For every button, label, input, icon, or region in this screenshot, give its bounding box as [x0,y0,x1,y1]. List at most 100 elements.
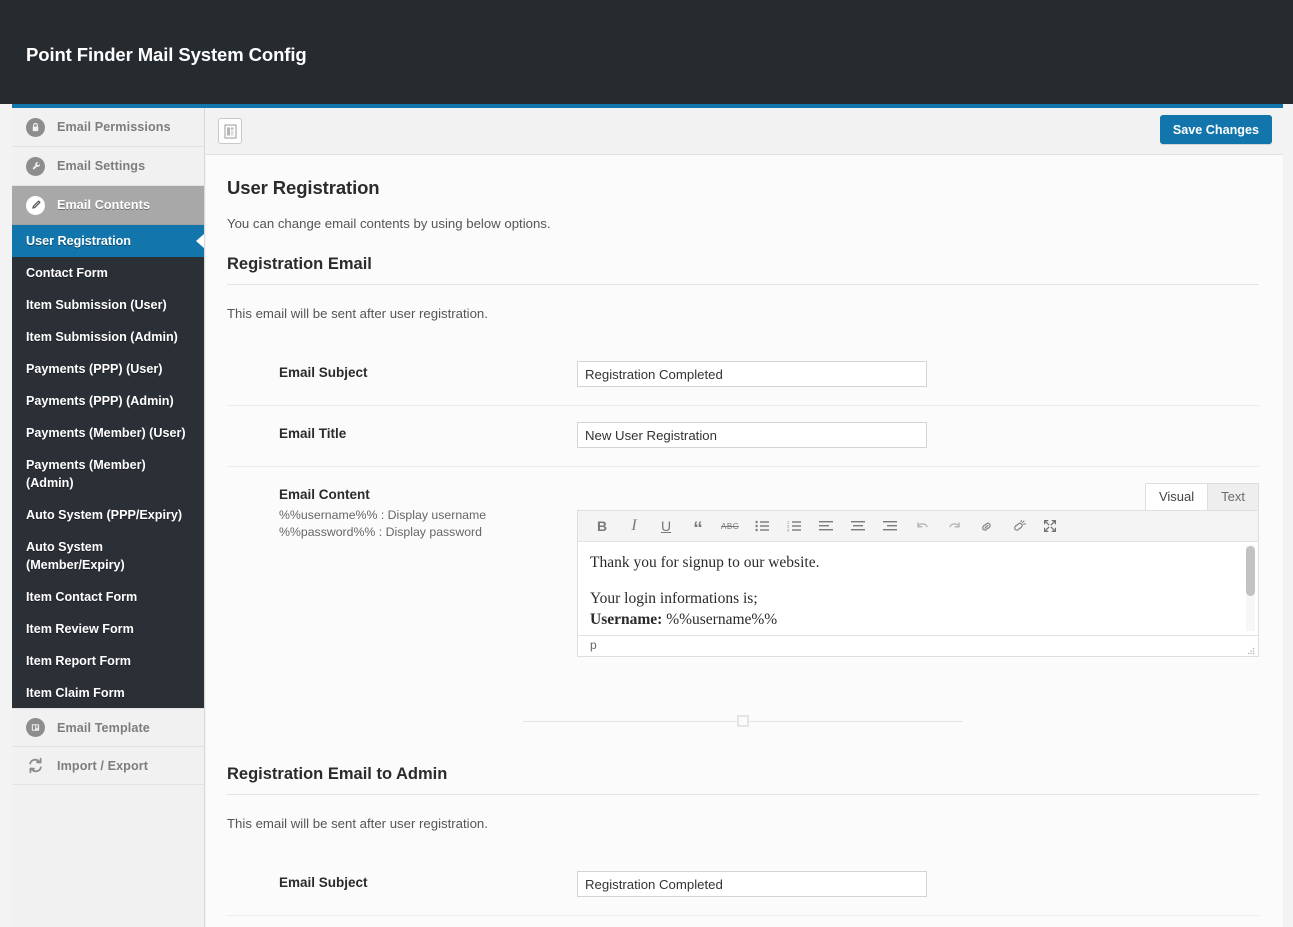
field-row-email-title: Email Title [227,406,1259,467]
sidebar-subitem-auto-system-member-expiry[interactable]: Auto System (Member/Expiry) [12,531,204,581]
content-area: Save Changes User Registration You can c… [206,108,1283,927]
editor-scrollbar-thumb[interactable] [1246,546,1255,596]
redo-icon[interactable] [938,513,970,539]
sidebar-subitem-label: Item Review Form [26,620,134,638]
section-title-registration-email: Registration Email [227,255,1259,274]
sidebar-subitem-label: Payments (PPP) (User) [26,360,162,378]
sidebar-subitem-item-submission-user[interactable]: Item Submission (User) [12,289,204,321]
field-row-email-content: Email Content %%username%% : Display use… [227,467,1259,675]
resize-grip-icon[interactable] [1246,645,1255,654]
section-separator [523,715,963,727]
editor-box: B I U “ ABC 123 [577,510,1259,657]
blockquote-icon[interactable]: “ [682,513,714,539]
rich-text-editor: Visual Text B I U “ ABC [577,483,1259,657]
save-button[interactable]: Save Changes [1160,115,1272,144]
sidebar-subitem-label: Payments (Member) (User) [26,424,186,442]
admin-email-subject-input[interactable] [577,871,927,897]
sidebar-submenu: User Registration Contact Form Item Subm… [12,225,204,709]
sidebar-subitem-label: Auto System (Member/Expiry) [26,538,188,574]
app-window: Point Finder Mail System Config Email Pe… [0,0,1293,927]
sidebar-item-label: Email Template [57,721,150,735]
content-toolbar: Save Changes [206,108,1283,155]
sidebar-subitem-label: User Registration [26,232,131,250]
shortcode-hint-password: %%password%% : Display password [279,524,577,541]
tab-text[interactable]: Text [1207,483,1259,510]
sidebar-subitem-item-contact-form[interactable]: Item Contact Form [12,581,204,613]
page-title: User Registration [227,177,1259,199]
underline-icon[interactable]: U [650,513,682,539]
app-header-inner: Point Finder Mail System Config [12,0,1283,104]
sidebar-subitem-payments-member-user[interactable]: Payments (Member) (User) [12,417,204,449]
email-title-input[interactable] [577,422,927,448]
sidebar-item-email-permissions[interactable]: Email Permissions [12,108,204,147]
field-label: Email Subject [279,365,577,380]
strikethrough-icon[interactable]: ABC [714,513,746,539]
sidebar-subitem-label: Payments (PPP) (Admin) [26,392,174,410]
field-label-col: Email Subject [279,871,577,890]
template-icon [26,718,45,737]
sidebar-subitem-label: Item Claim Form [26,684,125,702]
fullscreen-icon[interactable] [1034,513,1066,539]
sidebar-subitem-label: Auto System (PPP/Expiry) [26,506,182,524]
sidebar-subitem-payments-ppp-user[interactable]: Payments (PPP) (User) [12,353,204,385]
editor-toolbar: B I U “ ABC 123 [578,511,1258,542]
align-left-icon[interactable] [810,513,842,539]
email-subject-input[interactable] [577,361,927,387]
field-label-col: Email Subject [279,361,577,380]
sidebar-subitem-auto-system-ppp-expiry[interactable]: Auto System (PPP/Expiry) [12,499,204,531]
section-divider [227,794,1259,795]
sidebar-subitem-item-review-form[interactable]: Item Review Form [12,613,204,645]
sidebar-subitem-payments-member-admin[interactable]: Payments (Member) (Admin) [12,449,204,499]
field-label-col: Email Content %%username%% : Display use… [279,483,577,541]
section-description: This email will be sent after user regis… [227,306,1259,321]
italic-icon[interactable]: I [618,513,650,539]
align-center-icon[interactable] [842,513,874,539]
sidebar: Email Permissions Email Settings Email C… [12,108,205,927]
sidebar-subitem-label: Item Report Form [26,652,131,670]
sidebar-item-label: Email Settings [57,159,145,173]
align-right-icon[interactable] [874,513,906,539]
editor-paragraph-2: Your login informations is; [590,588,1244,609]
editor-content[interactable]: Thank you for signup to our website. You… [578,542,1258,635]
sidebar-item-label: Import / Export [57,759,148,773]
bold-icon[interactable]: B [586,513,618,539]
sidebar-subitem-label: Payments (Member) (Admin) [26,456,188,492]
sidebar-item-email-template[interactable]: Email Template [12,708,204,747]
wrench-icon [26,157,45,176]
insert-link-icon[interactable] [970,513,1002,539]
editor-paragraph-1: Thank you for signup to our website. [590,552,1244,573]
pencil-icon [26,196,45,215]
field-label-col: Email Title [279,422,577,441]
editor-tabs: Visual Text [577,483,1259,510]
editor-paragraph-3: Username: %%username%% [590,609,1244,630]
editor-element-path: p [590,638,597,652]
sync-icon [26,756,45,775]
sidebar-item-label: Email Contents [57,198,150,212]
field-row-admin-email-subject: Email Subject [227,855,1259,916]
tab-visual[interactable]: Visual [1145,483,1208,510]
active-arrow-icon [196,234,204,248]
sidebar-subitem-contact-form[interactable]: Contact Form [12,257,204,289]
app-header: Point Finder Mail System Config [0,0,1293,104]
numbered-list-icon[interactable]: 123 [778,513,810,539]
sidebar-item-import-export[interactable]: Import / Export [12,746,204,785]
bullet-list-icon[interactable] [746,513,778,539]
sidebar-subitem-item-report-form[interactable]: Item Report Form [12,645,204,677]
page-body: User Registration You can change email c… [206,155,1283,916]
sidebar-item-email-contents[interactable]: Email Contents [12,186,204,225]
unlink-icon[interactable] [1002,513,1034,539]
editor-status-bar: p [578,635,1258,656]
sidebar-subitem-item-claim-form[interactable]: Item Claim Form [12,677,204,709]
section-title-registration-email-admin: Registration Email to Admin [227,765,1259,784]
sidebar-item-label: Email Permissions [57,120,171,134]
sidebar-subitem-item-submission-admin[interactable]: Item Submission (Admin) [12,321,204,353]
section-divider [227,284,1259,285]
sidebar-item-email-settings[interactable]: Email Settings [12,147,204,186]
sidebar-subitem-user-registration[interactable]: User Registration [12,225,204,257]
sidebar-subitem-label: Contact Form [26,264,108,282]
editor-username-label: Username: [590,611,662,628]
sidebar-subitem-payments-ppp-admin[interactable]: Payments (PPP) (Admin) [12,385,204,417]
layout-panel-icon[interactable] [218,118,242,144]
undo-icon[interactable] [906,513,938,539]
sidebar-subitem-label: Item Contact Form [26,588,137,606]
